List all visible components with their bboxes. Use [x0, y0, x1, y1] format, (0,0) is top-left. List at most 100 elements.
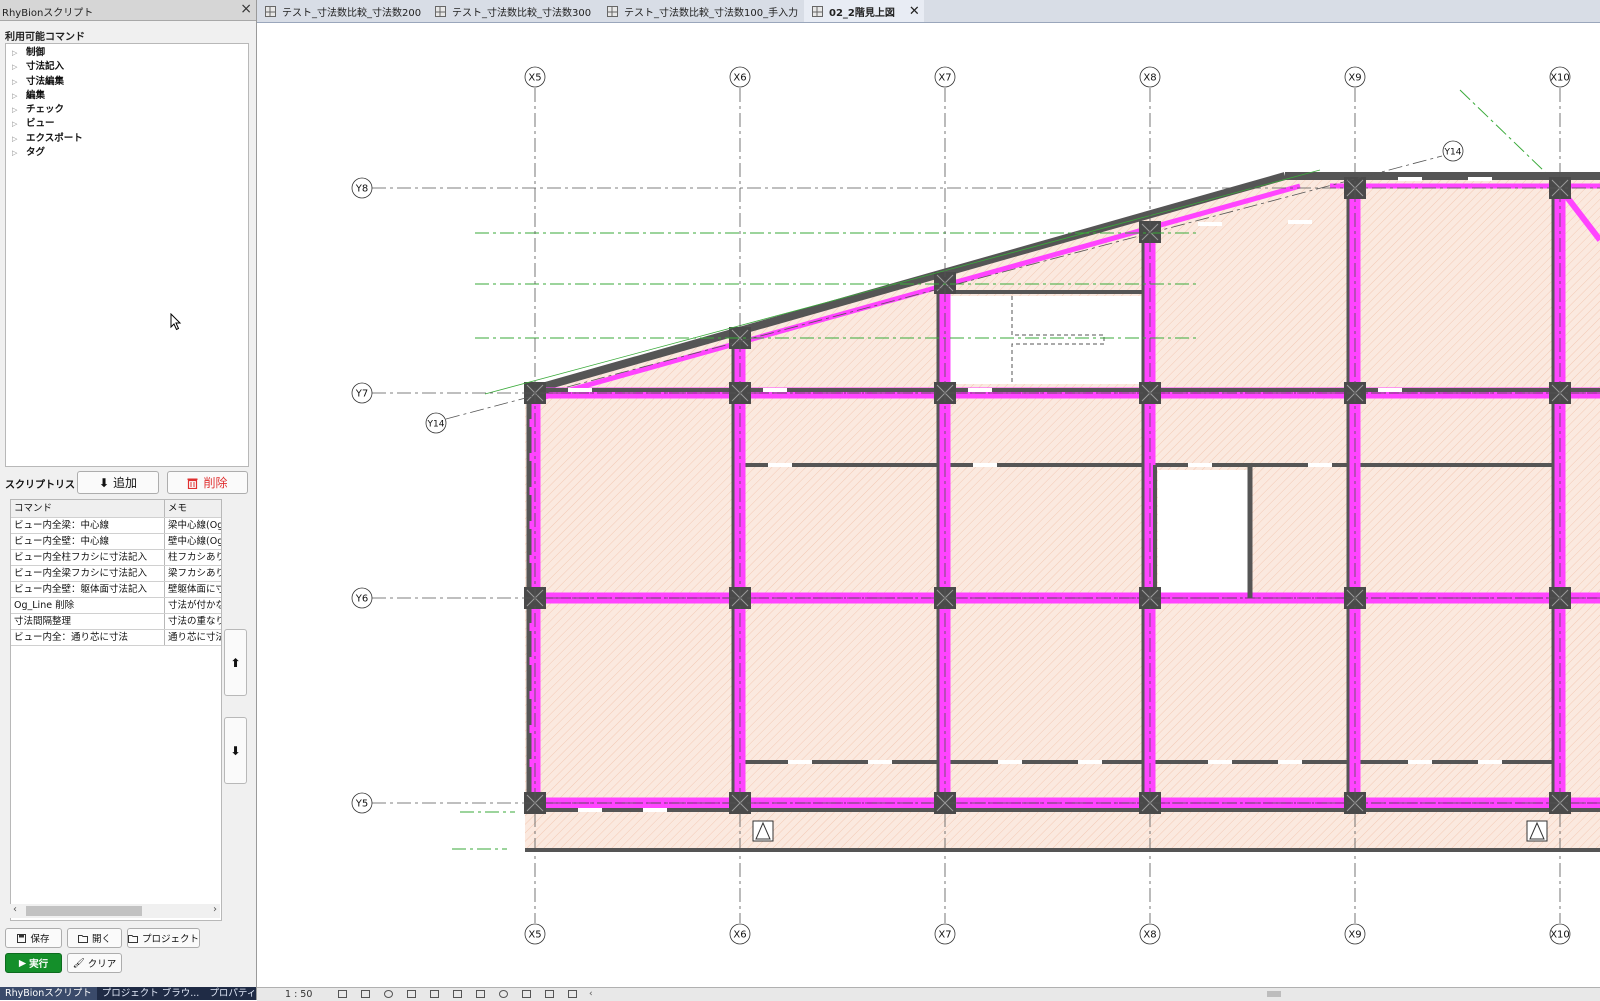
expand-arrow-icon[interactable]: ▷: [12, 60, 22, 74]
cell-memo: 寸法の重なり: [168, 616, 221, 627]
grid-label-x: X10: [1550, 73, 1570, 84]
tree-item-control[interactable]: ▷ 制御: [6, 46, 248, 60]
window-opening: [1208, 760, 1232, 764]
column-header-memo[interactable]: メモ: [165, 500, 221, 517]
table-row[interactable]: ビュー内全壁：中心線 壁中心線(Og: [11, 534, 221, 550]
grid-label-y: Y7: [355, 389, 368, 400]
chevron-left-icon[interactable]: ‹: [589, 988, 593, 1001]
window-opening: [1408, 760, 1432, 764]
table-row[interactable]: Og_Line 削除 寸法が付かな: [11, 598, 221, 614]
cell-command: ビュー内全：通り芯に寸法: [11, 630, 166, 645]
up-arrow-icon: ⬆: [230, 655, 241, 670]
expand-arrow-icon[interactable]: ▷: [12, 132, 22, 146]
highlight-displacement-icon[interactable]: [568, 990, 577, 998]
temporary-hide-icon[interactable]: [499, 990, 508, 998]
expand-arrow-icon[interactable]: ▷: [12, 117, 22, 131]
table-row[interactable]: ビュー内全梁フカシに寸法記入梁フカシあり寸: [11, 566, 221, 582]
tree-item-edit[interactable]: ▷ 編集: [6, 89, 248, 103]
tree-item-dimension-entry[interactable]: ▷ 寸法記入: [6, 60, 248, 74]
floor-plan-drawing[interactable]: X5 X5 X6 X6 X7 X7 X8 X8 X9 X9 X10 X10 Y8 Y7 Y6 Y5 Y14 Y14: [257, 23, 1600, 987]
grid-label-x: X5: [528, 930, 541, 941]
tree-item-label: タグ: [26, 147, 46, 159]
expand-arrow-icon[interactable]: ▷: [12, 103, 22, 117]
tab-dimension-100-manual[interactable]: テスト_寸法数比較_寸法数100_手入力: [599, 0, 804, 22]
move-down-button[interactable]: ⬇: [224, 717, 247, 784]
save-icon: [17, 933, 27, 943]
scrollbar-thumb[interactable]: [26, 906, 142, 916]
expand-arrow-icon[interactable]: ▷: [12, 89, 22, 103]
delete-button[interactable]: 削除: [167, 471, 248, 494]
folder-icon: [128, 934, 138, 943]
bottom-tab-project-browser[interactable]: プロジェクト ブラウ...: [97, 987, 205, 1000]
tab-label: テスト_寸法数比較_寸法数200: [282, 7, 422, 19]
expand-arrow-icon[interactable]: ▷: [12, 146, 22, 160]
tab-2f-reflected-ceiling-plan[interactable]: 02_2階見上図 ✕: [804, 0, 924, 22]
table-row[interactable]: ビュー内全梁：中心線 梁中心線(Og: [11, 518, 221, 534]
project-button-label: プロジェクト: [142, 934, 200, 945]
tree-item-dimension-edit[interactable]: ▷ 寸法編集: [6, 75, 248, 89]
window-opening: [1378, 388, 1402, 392]
cell-memo: 壁中心線(Og: [168, 536, 221, 547]
table-row[interactable]: 寸法間隔整理 寸法の重なり: [11, 614, 221, 630]
script-table[interactable]: コマンド メモ ビュー内全梁：中心線 梁中心線(Og ビュー内全壁：中心線 壁中心線…: [10, 499, 222, 921]
tree-item-label: 寸法編集: [26, 75, 65, 87]
visual-style-icon[interactable]: [361, 990, 370, 998]
window-opening: [968, 388, 992, 392]
grid-label-x: X9: [1348, 73, 1361, 84]
run-button[interactable]: ▶ 実行: [5, 953, 62, 973]
bottom-tab-properties[interactable]: プロパティ: [204, 987, 261, 1000]
tree-item-view[interactable]: ▷ ビュー: [6, 117, 248, 131]
window-opening: [1478, 760, 1502, 764]
tree-item-label: 編集: [26, 89, 46, 101]
horizontal-scrollbar[interactable]: ‹ ›: [10, 904, 220, 918]
expand-arrow-icon[interactable]: ▷: [12, 46, 22, 60]
table-row[interactable]: ビュー内全柱フカシに寸法記入柱フカシあり寸: [11, 550, 221, 566]
scroll-right-icon[interactable]: ›: [213, 904, 217, 915]
cell-memo: 壁躯体面に寸: [168, 584, 221, 595]
drawing-canvas[interactable]: X5 X5 X6 X6 X7 X7 X8 X8 X9 X9 X10 X10 Y8 Y7 Y6 Y5 Y14 Y14: [257, 23, 1600, 987]
view-scale[interactable]: 1 : 50: [285, 988, 312, 1001]
expand-arrow-icon[interactable]: ▷: [12, 75, 22, 89]
tree-item-check[interactable]: ▷ チェック: [6, 103, 248, 117]
download-arrow-icon: ⬇: [98, 475, 110, 490]
shadows-icon[interactable]: [407, 990, 416, 998]
show-crop-icon[interactable]: [453, 990, 462, 998]
open-button[interactable]: 開く: [67, 928, 122, 948]
window-opening: [643, 808, 667, 812]
window-opening: [1468, 177, 1492, 181]
cell-command: ビュー内全梁：中心線: [11, 518, 166, 533]
move-up-button[interactable]: ⬆: [224, 629, 247, 696]
cell-command: Og_Line 削除: [11, 598, 166, 613]
column-header-command[interactable]: コマンド: [11, 500, 166, 517]
tab-dimension-200[interactable]: テスト_寸法数比較_寸法数200: [257, 0, 427, 22]
tree-item-export[interactable]: ▷ エクスポート: [6, 132, 248, 146]
analytical-model-icon[interactable]: [545, 990, 554, 998]
panel-title: RhyBionスクリプト: [2, 8, 94, 19]
tab-label: テスト_寸法数比較_寸法数100_手入力: [624, 7, 799, 19]
grid-label-x: X8: [1143, 73, 1156, 84]
table-row[interactable]: ビュー内全：通り芯に寸法 通り芯に寸法: [11, 630, 221, 646]
window-opening: [1078, 760, 1102, 764]
cell-memo: 寸法が付かな: [168, 600, 221, 611]
scroll-left-icon[interactable]: ‹: [13, 904, 17, 915]
command-tree[interactable]: ▷ 制御 ▷ 寸法記入 ▷ 寸法編集 ▷ 編集 ▷ チェック ▷ ビュー ▷ エクスポート ▷…: [5, 43, 249, 467]
add-button[interactable]: ⬇ 追加: [77, 471, 159, 494]
reveal-hidden-icon[interactable]: [522, 990, 531, 998]
tab-dimension-300[interactable]: テスト_寸法数比較_寸法数300: [427, 0, 599, 22]
project-button[interactable]: プロジェクト: [127, 928, 200, 948]
horizontal-scroll-thumb[interactable]: [1267, 991, 1281, 997]
bottom-tab-rhybion-script[interactable]: RhyBionスクリプト: [0, 987, 97, 1000]
detail-level-icon[interactable]: [338, 990, 347, 998]
crop-view-icon[interactable]: [430, 990, 439, 998]
sun-path-icon[interactable]: [384, 990, 393, 998]
lock-view-icon[interactable]: [476, 990, 485, 998]
grid-label-x: X7: [938, 930, 951, 941]
tree-item-tag[interactable]: ▷ タグ: [6, 146, 248, 160]
save-button[interactable]: 保存: [5, 928, 62, 948]
trash-icon: [187, 478, 198, 489]
table-row[interactable]: ビュー内全壁：躯体面寸法記入 壁躯体面に寸: [11, 582, 221, 598]
clear-button[interactable]: 🖌 クリア: [67, 953, 122, 973]
tab-close-icon[interactable]: ✕: [909, 4, 920, 19]
window-opening: [568, 388, 592, 392]
close-icon[interactable]: ×: [240, 1, 252, 17]
